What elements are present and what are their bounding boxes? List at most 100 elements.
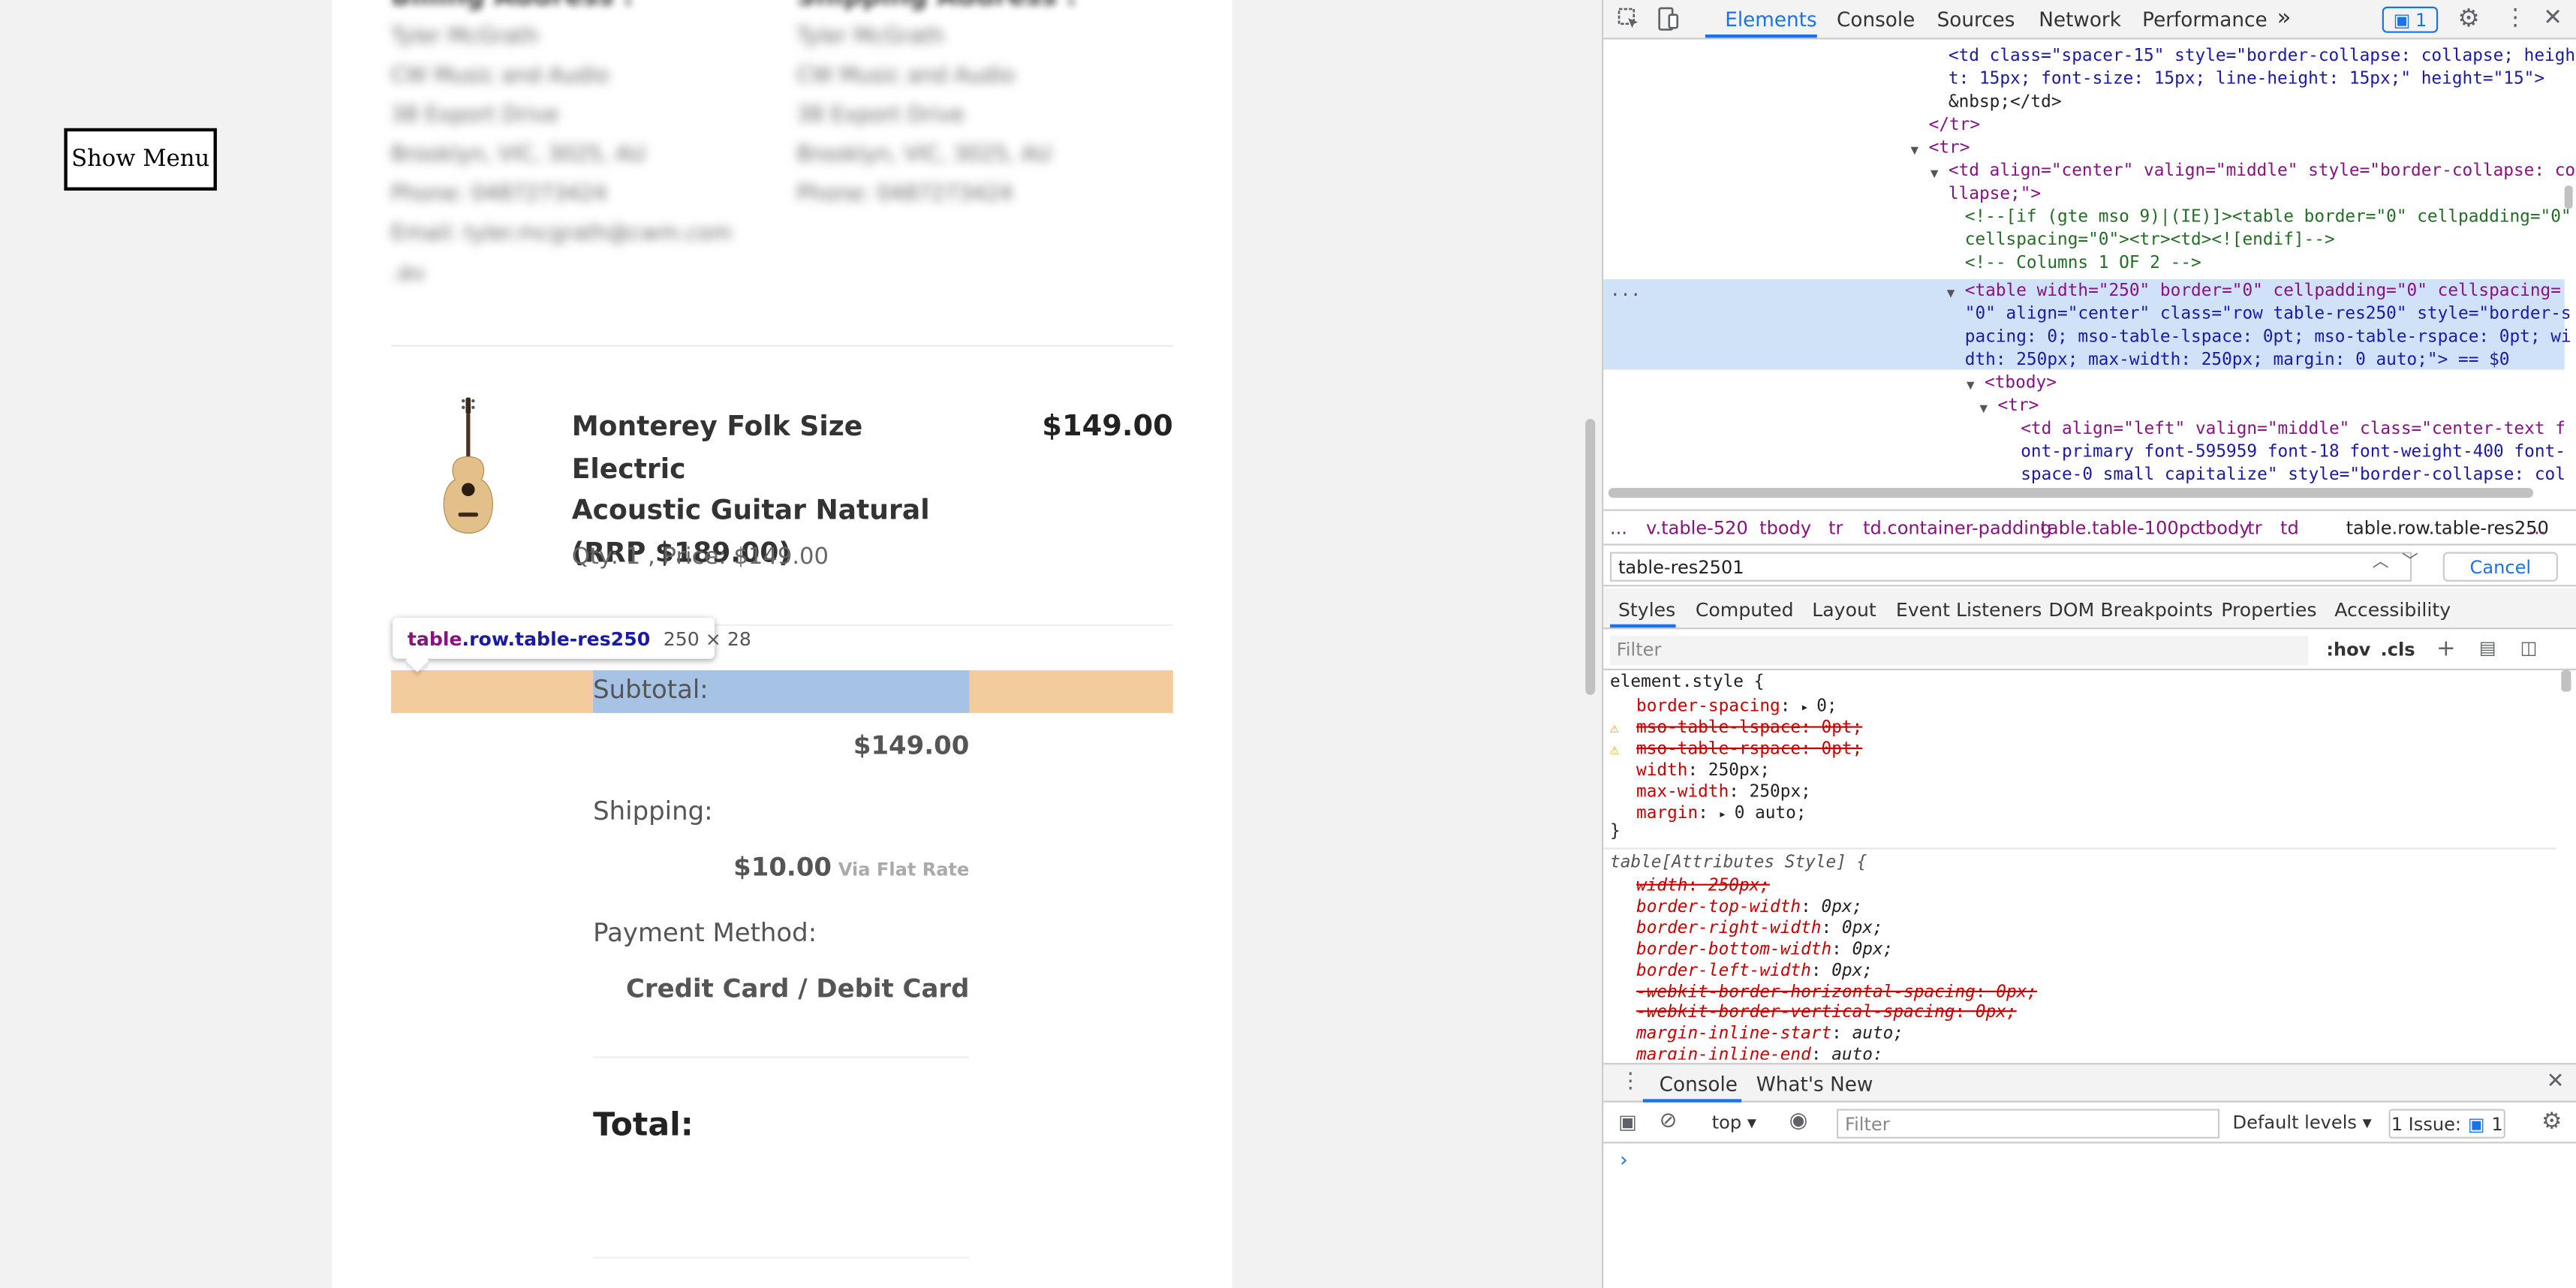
breadcrumb-item[interactable]: ... bbox=[2529, 517, 2546, 538]
breadcrumb-item[interactable]: tr bbox=[2247, 517, 2262, 538]
dom-search-input[interactable]: table-res2501 bbox=[1610, 552, 2412, 582]
breadcrumb-item[interactable]: table.table-100pc bbox=[2040, 517, 2200, 538]
tab-sources[interactable]: Sources bbox=[1937, 8, 2015, 32]
tab-performance[interactable]: Performance bbox=[2142, 8, 2267, 32]
tab-accessibility[interactable]: Accessibility bbox=[2334, 598, 2451, 621]
dom-node-line[interactable]: <td align="center" valign="middle" style… bbox=[1949, 159, 2575, 182]
style-declaration[interactable]: mso-table-rspace: 0pt; bbox=[1636, 739, 1862, 760]
issues-badge[interactable]: ▣ 1 bbox=[2382, 6, 2439, 33]
style-declaration[interactable]: border-top-width: 0px; bbox=[1636, 897, 1862, 918]
dom-node-line[interactable]: </tr> bbox=[1929, 113, 1980, 137]
breadcrumb-item[interactable]: tbody bbox=[1759, 517, 1811, 538]
breadcrumb-item[interactable]: table.row.table-res250 bbox=[2346, 517, 2549, 538]
dom-node-line[interactable]: <!-- Columns 1 OF 2 --> bbox=[1965, 251, 2201, 275]
dom-horizontal-scrollbar[interactable] bbox=[1608, 488, 2534, 498]
dom-node-line[interactable]: "0" align="center" class="row table-res2… bbox=[1965, 302, 2571, 326]
dom-node-line[interactable]: llapse;"> bbox=[1949, 182, 2041, 206]
dom-node-line[interactable]: <td align="left" valign="middle" class="… bbox=[2021, 417, 2565, 441]
dom-node-line[interactable]: <table width="250" border="0" cellpaddin… bbox=[1965, 279, 2561, 302]
hover-state-toggle[interactable]: :hov bbox=[2326, 639, 2370, 660]
tab-drawer-console[interactable]: Console bbox=[1660, 1073, 1738, 1096]
cancel-search-button[interactable]: Cancel bbox=[2442, 552, 2558, 582]
expand-triangle-icon[interactable]: ▼ bbox=[1979, 398, 1988, 421]
dom-node-line[interactable]: ont-primary font-595959 font-18 font-wei… bbox=[2021, 441, 2565, 464]
inspect-element-icon[interactable] bbox=[1617, 7, 1642, 32]
style-declaration[interactable]: margin-inline-end: auto; bbox=[1636, 1045, 1883, 1059]
more-tabs-button[interactable]: » bbox=[2277, 5, 2292, 32]
expand-triangle-icon[interactable]: ▼ bbox=[1930, 163, 1939, 186]
console-filter-input[interactable]: Filter bbox=[1837, 1109, 2220, 1139]
tab-elements[interactable]: Elements bbox=[1725, 8, 1816, 32]
gear-icon[interactable]: ⚙ bbox=[2457, 6, 2479, 32]
style-declaration[interactable]: border-right-width: 0px; bbox=[1636, 918, 1883, 939]
close-icon[interactable]: ✕ bbox=[2543, 7, 2562, 30]
tab-styles[interactable]: Styles bbox=[1618, 598, 1675, 621]
show-menu-button[interactable]: Show Menu bbox=[64, 128, 217, 191]
drawer-menu-icon[interactable]: ⋮ bbox=[1620, 1071, 1641, 1092]
style-declaration[interactable]: width: 250px; bbox=[1636, 876, 1770, 897]
context-selector[interactable]: top ▾ bbox=[1712, 1112, 1756, 1133]
tab-network[interactable]: Network bbox=[2039, 8, 2121, 32]
style-declaration[interactable]: -webkit-border-horizontal-spacing: 0px; bbox=[1636, 982, 2037, 1003]
breadcrumb-item[interactable]: td bbox=[2280, 517, 2299, 538]
breadcrumb-item[interactable]: tbody bbox=[2198, 517, 2250, 538]
style-declaration[interactable]: border-spacing: ▸ 0; bbox=[1636, 697, 1837, 719]
tab-event-listeners[interactable]: Event Listeners bbox=[1896, 598, 2042, 621]
style-declaration[interactable]: -webkit-border-vertical-spacing: 0px; bbox=[1636, 1003, 2017, 1024]
more-vertical-icon[interactable]: ⋮ bbox=[2504, 7, 2527, 30]
dom-node-line[interactable]: dth: 250px; max-width: 250px; margin: 0 … bbox=[1965, 348, 2510, 372]
chevron-up-icon[interactable]: ︿ bbox=[2373, 555, 2389, 572]
style-declaration[interactable]: border-bottom-width: 0px; bbox=[1636, 939, 1893, 960]
tab-whats-new[interactable]: What's New bbox=[1756, 1073, 1873, 1096]
new-style-rule-icon[interactable]: + bbox=[2436, 637, 2456, 661]
expand-triangle-icon[interactable]: ▼ bbox=[1947, 282, 1955, 305]
toggle-sidebar-icon[interactable]: ◫ bbox=[2520, 639, 2538, 657]
style-declaration[interactable]: max-width: 250px; bbox=[1636, 781, 1811, 802]
chevron-down-icon[interactable]: ﹀ bbox=[2402, 555, 2418, 572]
expand-triangle-icon[interactable]: ▼ bbox=[1967, 375, 1975, 398]
expand-triangle-icon[interactable]: ▸ bbox=[1801, 700, 1816, 715]
dom-scrollbar[interactable] bbox=[2564, 185, 2573, 209]
dom-node-line[interactable]: t: 15px; font-size: 15px; line-height: 1… bbox=[1949, 68, 2544, 91]
expand-triangle-icon[interactable]: ▼ bbox=[1911, 140, 1919, 163]
breadcrumb-item[interactable]: tr bbox=[1828, 517, 1843, 538]
dom-node-line[interactable]: <tr> bbox=[1929, 137, 1970, 160]
console-prompt[interactable]: › bbox=[1620, 1148, 1628, 1172]
dom-node-line[interactable]: space-0 small capitalize" style="border-… bbox=[2021, 463, 2565, 484]
paint-icon[interactable]: ▤ bbox=[2479, 639, 2496, 657]
dom-node-line[interactable]: &nbsp;</td> bbox=[1949, 90, 2062, 113]
console-settings-icon[interactable]: ⚙ bbox=[2541, 1111, 2562, 1134]
node-actions-icon[interactable]: ... bbox=[1610, 279, 1641, 302]
clear-console-icon[interactable]: ⊘ bbox=[1660, 1111, 1678, 1132]
style-declaration[interactable]: mso-table-lspace: 0pt; bbox=[1636, 718, 1862, 739]
class-toggle[interactable]: .cls bbox=[2381, 639, 2415, 660]
style-declaration[interactable]: margin-inline-start: auto; bbox=[1636, 1024, 1903, 1045]
dom-node-line[interactable]: cellspacing="0"><tr><td><![endif]--> bbox=[1965, 228, 2335, 251]
eye-icon[interactable]: ◉ bbox=[1789, 1111, 1808, 1132]
dom-node-line[interactable]: pacing: 0; mso-table-lspace: 0pt; mso-ta… bbox=[1965, 325, 2571, 348]
page-scrollbar[interactable] bbox=[1585, 419, 1596, 695]
close-drawer-icon[interactable]: ✕ bbox=[2547, 1071, 2565, 1092]
tab-layout[interactable]: Layout bbox=[1812, 598, 1876, 621]
sidebar-toggle-icon[interactable]: ▣ bbox=[1618, 1112, 1637, 1132]
dom-node-line[interactable]: <td class="spacer-15" style="border-coll… bbox=[1949, 44, 2575, 68]
dom-node-line[interactable]: <tbody> bbox=[1985, 372, 2057, 395]
breadcrumb-item[interactable]: ... bbox=[1610, 517, 1627, 538]
log-levels-dropdown[interactable]: Default levels ▾ bbox=[2233, 1112, 2372, 1133]
tab-properties[interactable]: Properties bbox=[2221, 598, 2316, 621]
styles-scrollbar[interactable] bbox=[2561, 670, 2571, 692]
style-declaration[interactable]: width: 250px; bbox=[1636, 760, 1770, 781]
expand-triangle-icon[interactable]: ▸ bbox=[1719, 806, 1735, 821]
tab-console[interactable]: Console bbox=[1837, 8, 1915, 32]
tab-computed[interactable]: Computed bbox=[1696, 598, 1794, 621]
styles-filter-input[interactable]: Filter bbox=[1610, 636, 2309, 666]
console-issues-badge[interactable]: 1 Issue: ▣ 1 bbox=[2388, 1109, 2505, 1139]
style-declaration[interactable]: border-left-width: 0px; bbox=[1636, 961, 1873, 982]
breadcrumb-item[interactable]: td.container-padding bbox=[1863, 517, 2051, 538]
style-declaration[interactable]: margin: ▸ 0 auto; bbox=[1636, 802, 1807, 825]
breadcrumb-item[interactable]: v.table-520 bbox=[1646, 517, 1748, 538]
device-toolbar-icon[interactable] bbox=[1656, 7, 1681, 32]
tab-dom-breakpoints[interactable]: DOM Breakpoints bbox=[2048, 598, 2213, 621]
dom-node-line[interactable]: <tr> bbox=[1998, 394, 2039, 417]
dom-node-line[interactable]: <!--[if (gte mso 9)|(IE)]><table border=… bbox=[1965, 206, 2571, 229]
